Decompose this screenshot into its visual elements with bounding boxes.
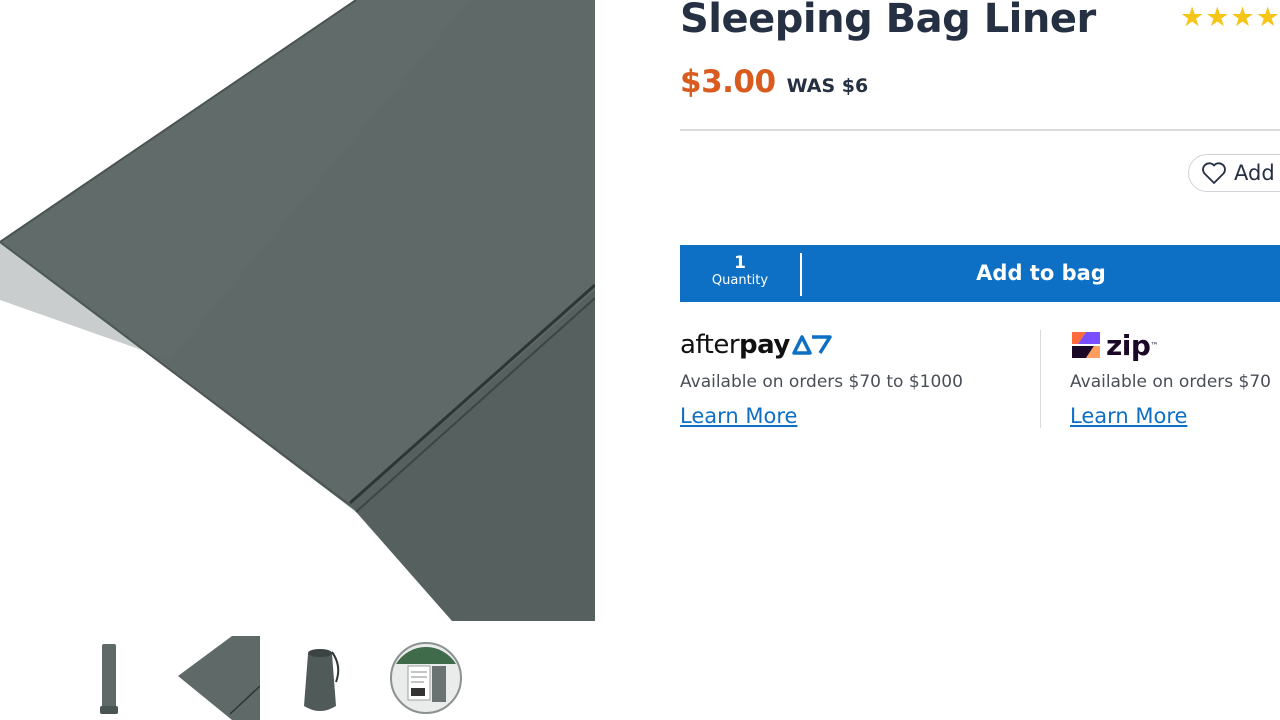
zip-mark-icon: [1072, 332, 1100, 358]
afterpay-logo-bold: pay: [739, 330, 790, 360]
rating-stars[interactable]: ★★★★: [1180, 2, 1280, 33]
quantity-selector[interactable]: 1 Quantity: [680, 245, 800, 302]
quantity-value: 1: [734, 253, 746, 273]
thumbnail-1[interactable]: [96, 636, 124, 720]
price-current: $3.00: [680, 64, 776, 100]
thumbnail-4[interactable]: [388, 636, 464, 720]
main-product-image[interactable]: [0, 0, 595, 621]
product-title: Sleeping Bag Liner: [680, 0, 1096, 42]
price-was: WAS $6: [786, 75, 869, 97]
afterpay-text: Available on orders $70 to $1000: [680, 372, 963, 392]
zip-text: Available on orders $70: [1070, 372, 1271, 392]
zip-logo: zip ™: [1070, 328, 1158, 362]
wishlist-label: Add: [1234, 161, 1275, 185]
heart-icon: [1202, 162, 1226, 184]
thumbnail-3[interactable]: [296, 636, 346, 720]
quantity-label: Quantity: [711, 273, 769, 288]
afterpay-learn-more-link[interactable]: Learn More: [680, 404, 797, 428]
divider: [680, 129, 1280, 131]
thumbnail-2[interactable]: [172, 636, 260, 720]
afterpay-arrows-icon: [792, 335, 832, 355]
zip-logo-text: zip: [1106, 328, 1151, 362]
add-to-wishlist-button[interactable]: Add: [1188, 154, 1280, 192]
afterpay-logo-light: after: [680, 330, 740, 360]
zip-learn-more-link[interactable]: Learn More: [1070, 404, 1187, 428]
add-to-bag-bar: 1 Quantity Add to bag: [680, 245, 1280, 302]
afterpay-logo: afterpay: [680, 328, 832, 362]
zip-option: zip ™ Available on orders $70 Learn More: [1070, 328, 1280, 429]
price-row: $3.00 WAS $6: [680, 64, 868, 100]
payment-divider: [1040, 330, 1041, 428]
product-page: Sleeping Bag Liner ★★★★ $3.00 WAS $6 Add…: [0, 0, 1280, 720]
add-to-bag-button[interactable]: Add to bag: [802, 245, 1280, 302]
afterpay-option: afterpay Available on orders $70 to $100…: [680, 328, 1040, 428]
